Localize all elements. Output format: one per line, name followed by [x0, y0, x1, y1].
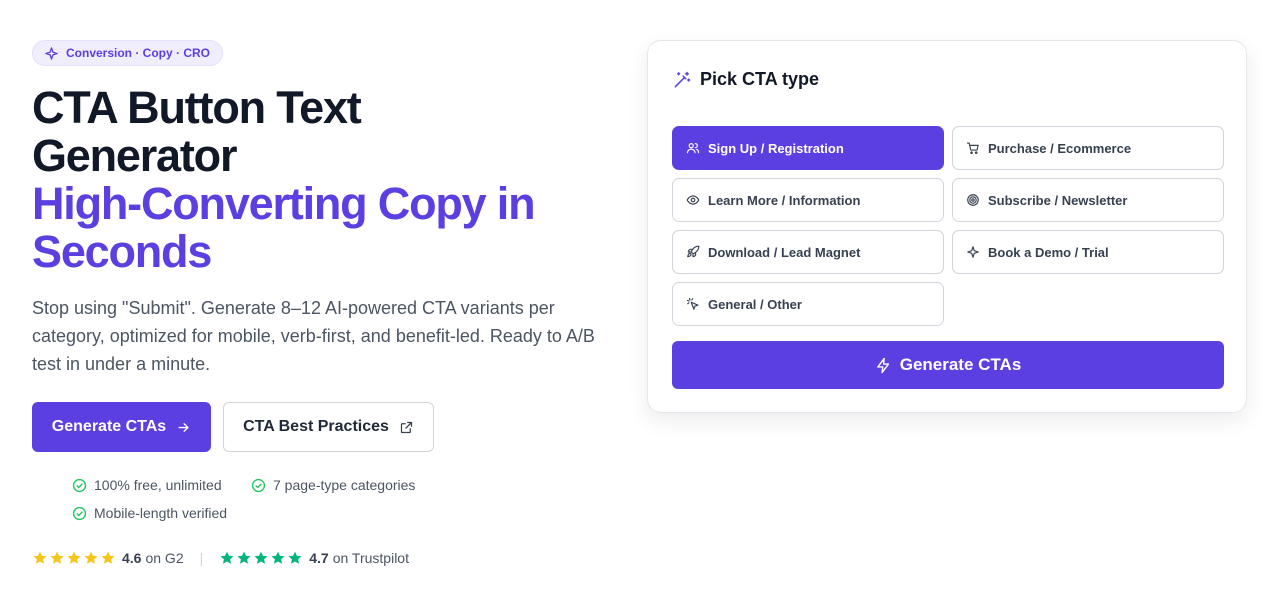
card-generate-ctas-button[interactable]: Generate CTAs	[672, 341, 1224, 389]
check-circle-icon	[72, 478, 87, 492]
option-label: Book a Demo / Trial	[988, 244, 1109, 260]
cta-type-download[interactable]: Download / Lead Magnet	[672, 230, 944, 274]
check-circle-icon	[251, 478, 266, 492]
badge-label: Conversion · Copy · CRO	[66, 46, 211, 60]
cta-type-subscribe[interactable]: Subscribe / Newsletter	[952, 178, 1224, 222]
cta-type-general[interactable]: General / Other	[672, 282, 944, 326]
generate-ctas-label: Generate CTAs	[51, 418, 167, 435]
feature-label: Mobile-length verified	[94, 505, 228, 521]
trustpilot-score: 4.7	[309, 550, 329, 566]
best-practices-label: CTA Best Practices	[243, 418, 389, 435]
star-icon	[220, 551, 234, 564]
card-title: Pick CTA type	[672, 69, 819, 90]
rocket-icon	[687, 245, 700, 258]
trustpilot-suffix: on Trustpilot	[332, 550, 409, 566]
accent-line-2: Seconds	[32, 226, 212, 277]
star-icon	[288, 551, 302, 564]
feature-label: 100% free, unlimited	[94, 477, 222, 493]
external-link-icon	[400, 421, 413, 433]
rating-separator: |	[199, 550, 204, 566]
sparkle-icon	[967, 246, 979, 258]
star-icon	[271, 551, 285, 564]
feature-item: 100% free, unlimited	[72, 477, 222, 493]
option-label: Learn More / Information	[708, 192, 861, 208]
star-icon	[67, 551, 81, 564]
cta-type-card: Pick CTA type Sign Up / Registration Pur…	[647, 40, 1247, 413]
cta-best-practices-button[interactable]: CTA Best Practices	[223, 402, 434, 452]
cta-type-signup[interactable]: Sign Up / Registration	[672, 126, 944, 170]
g2-suffix: on G2	[145, 550, 184, 566]
star-icon	[101, 551, 115, 564]
eye-icon	[686, 195, 700, 205]
feature-label: 7 page-type categories	[273, 477, 416, 493]
cta-type-learn-more[interactable]: Learn More / Information	[672, 178, 944, 222]
star-icon	[237, 551, 251, 564]
option-label: Purchase / Ecommerce	[988, 140, 1132, 156]
page-title: CTA Button Text Generator High-Convertin…	[32, 84, 632, 276]
option-label: General / Other	[708, 296, 802, 312]
option-label: Sign Up / Registration	[708, 140, 844, 156]
generate-ctas-button[interactable]: Generate CTAs	[32, 402, 211, 452]
cta-type-purchase[interactable]: Purchase / Ecommerce	[952, 126, 1224, 170]
magic-wand-icon	[674, 71, 691, 87]
arrow-right-icon	[178, 422, 189, 432]
star-icon	[33, 551, 47, 564]
hero-subtext: Stop using "Submit". Generate 8–12 AI-po…	[32, 298, 595, 374]
click-icon	[686, 297, 699, 310]
option-label: Download / Lead Magnet	[708, 244, 861, 260]
cta-type-book-demo[interactable]: Book a Demo / Trial	[952, 230, 1224, 274]
feature-item: Mobile-length verified	[72, 505, 227, 521]
sparkle-icon	[45, 46, 58, 60]
title-line-1: CTA Button Text	[32, 82, 362, 133]
g2-score: 4.6	[122, 550, 142, 566]
g2-stars	[32, 550, 116, 566]
check-circle-icon	[72, 506, 87, 520]
target-icon	[967, 194, 979, 206]
title-line-2: Generator	[32, 130, 237, 181]
accent-line-1: High-Converting Copy in	[32, 178, 536, 229]
card-generate-label: Generate CTAs	[899, 355, 1022, 374]
star-icon	[50, 551, 64, 564]
star-icon	[84, 551, 98, 564]
feature-item: 7 page-type categories	[251, 477, 415, 493]
cart-icon	[966, 142, 979, 155]
category-badge: Conversion · Copy · CRO	[32, 40, 224, 66]
star-icon	[254, 551, 268, 564]
ratings-row: 4.6 on G2 | 4.7 on Trustpilot	[32, 548, 409, 568]
lightning-icon	[876, 357, 889, 373]
users-icon	[686, 143, 700, 154]
card-title-label: Pick CTA type	[700, 69, 820, 89]
option-label: Subscribe / Newsletter	[988, 192, 1128, 208]
trustpilot-stars	[219, 550, 303, 566]
